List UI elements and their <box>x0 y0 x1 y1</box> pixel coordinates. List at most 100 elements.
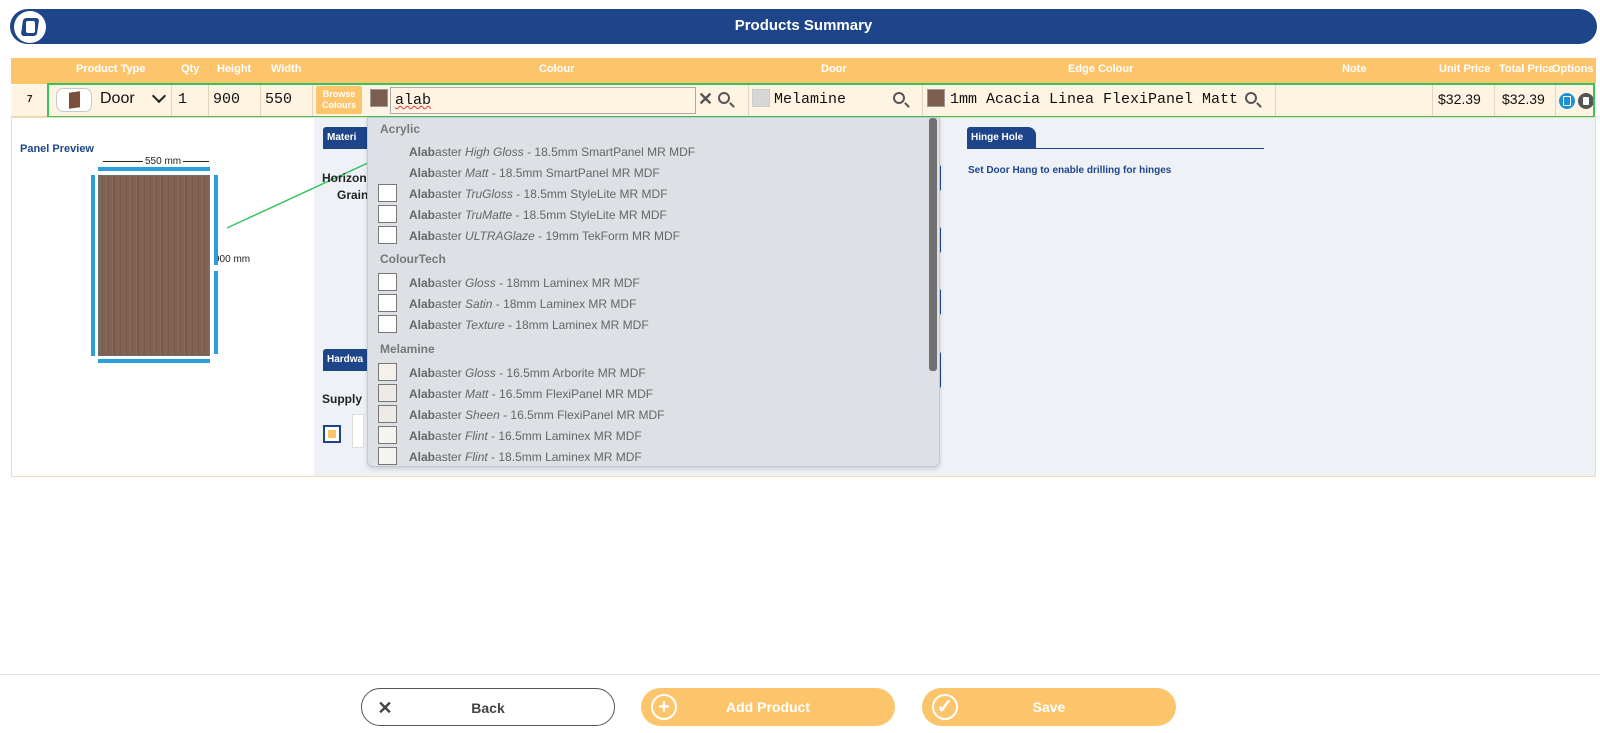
colour-swatch-box <box>378 447 397 465</box>
copy-icon[interactable] <box>1559 93 1575 109</box>
item-desc: - 19mm TekForm MR MDF <box>534 229 680 243</box>
panel-preview-title: Panel Preview <box>20 143 94 155</box>
item-finish: Matt <box>465 387 489 401</box>
save-label: Save <box>1032 699 1066 715</box>
colour-search-icon[interactable] <box>718 92 730 104</box>
item-name: aster <box>435 429 462 443</box>
door-swatch <box>752 89 770 107</box>
back-button[interactable]: ✕ Back <box>361 688 615 726</box>
match-text: Alab <box>409 408 436 422</box>
door-type-icon <box>56 88 92 112</box>
col-edge-colour: Edge Colour <box>1068 63 1134 75</box>
match-text: Alab <box>409 276 436 290</box>
item-finish: Flint <box>465 429 488 443</box>
list-item[interactable]: Alabaster Texture - 18mm Laminex MR MDF <box>374 315 924 335</box>
edge-bottom <box>98 359 210 363</box>
add-product-button[interactable]: + Add Product <box>641 688 895 726</box>
unit-price: $32.39 <box>1438 91 1481 107</box>
page-title: Products Summary <box>734 17 873 34</box>
list-item[interactable]: Alabaster TruMatte - 18.5mm StyleLite MR… <box>374 205 924 225</box>
item-name: aster <box>435 297 462 311</box>
group-header: Acrylic <box>380 122 421 136</box>
list-item[interactable]: Alabaster Matt - 18.5mm SmartPanel MR MD… <box>374 163 924 183</box>
product-type-select[interactable]: Door <box>100 90 135 108</box>
door-input[interactable]: Melamine <box>774 91 846 108</box>
colour-swatch-box <box>378 384 397 402</box>
item-finish: Texture <box>465 318 505 332</box>
item-desc: - 16.5mm FlexiPanel MR MDF <box>488 387 654 401</box>
item-desc: - 18.5mm StyleLite MR MDF <box>512 208 667 222</box>
list-item[interactable]: Alabaster Sheen - 16.5mm FlexiPanel MR M… <box>374 405 924 425</box>
list-item[interactable]: Alabaster Flint - 16.5mm Laminex MR MDF <box>374 426 924 446</box>
col-colour: Colour <box>539 63 575 75</box>
save-button[interactable]: ✓ Save <box>922 688 1176 726</box>
list-item[interactable]: Alabaster ULTRAGlaze - 19mm TekForm MR M… <box>374 226 924 246</box>
colour-swatch-box <box>378 405 397 423</box>
delete-icon[interactable] <box>1578 93 1594 109</box>
hinge-hole-tab[interactable]: Hinge Hole <box>967 127 1036 149</box>
group-header: ColourTech <box>380 252 446 266</box>
grain-label-line1: Horizon <box>322 171 367 185</box>
colour-swatch-box <box>378 363 397 381</box>
total-price: $32.39 <box>1502 91 1545 107</box>
list-item[interactable]: Alabaster Flint - 18.5mm Laminex MR MDF <box>374 447 924 466</box>
item-desc: - 18.5mm SmartPanel MR MDF <box>488 166 660 180</box>
list-item[interactable]: Alabaster High Gloss - 18.5mm SmartPanel… <box>374 142 924 162</box>
col-total-price: Total Price <box>1499 63 1555 75</box>
item-finish: ULTRAGlaze <box>465 229 535 243</box>
match-text: Alab <box>409 145 436 159</box>
match-text: Alab <box>409 229 436 243</box>
match-text: Alab <box>409 166 436 180</box>
supply-label: Supply <box>322 392 363 406</box>
dropdown-scrollbar[interactable] <box>929 118 937 371</box>
list-item[interactable]: Alabaster Gloss - 18mm Laminex MR MDF <box>374 273 924 293</box>
colour-swatch-box <box>378 294 397 312</box>
edge-search-icon[interactable] <box>1245 92 1257 104</box>
item-finish: TruGloss <box>465 187 513 201</box>
browse-label-line2: Colours <box>321 100 356 110</box>
match-text: Alab <box>409 387 436 401</box>
height-input[interactable]: 900 <box>213 91 240 108</box>
clear-icon[interactable]: ✕ <box>698 89 713 110</box>
item-name: aster <box>435 366 462 380</box>
supply-checkbox[interactable] <box>323 425 341 443</box>
item-name: aster <box>435 318 462 332</box>
footer-divider <box>0 674 1600 675</box>
edge-swatch <box>927 89 945 107</box>
list-item[interactable]: Alabaster TruGloss - 18.5mm StyleLite MR… <box>374 184 924 204</box>
colour-suggestion-dropdown[interactable]: Acrylic Alabaster High Gloss - 18.5mm Sm… <box>367 117 940 467</box>
list-item[interactable]: Alabaster Satin - 18mm Laminex MR MDF <box>374 294 924 314</box>
match-text: Alab <box>409 366 436 380</box>
browse-colours-button[interactable]: Browse Colours <box>316 86 362 114</box>
item-finish: High Gloss <box>465 145 524 159</box>
match-text: Alab <box>409 318 436 332</box>
item-desc: - 18mm Laminex MR MDF <box>492 297 637 311</box>
edge-right <box>214 175 218 265</box>
col-width: Width <box>271 63 302 75</box>
item-name: aster <box>435 387 462 401</box>
colour-swatch-box <box>378 426 397 444</box>
item-desc: - 18.5mm StyleLite MR MDF <box>512 187 668 201</box>
colour-search-input[interactable]: alab <box>390 87 696 114</box>
col-door: Door <box>821 63 847 75</box>
list-item[interactable]: Alabaster Matt - 16.5mm FlexiPanel MR MD… <box>374 384 924 404</box>
item-name: aster <box>435 166 462 180</box>
colour-swatch-box <box>378 226 397 244</box>
col-qty: Qty <box>181 63 200 75</box>
item-finish: Satin <box>465 297 493 311</box>
hinge-message: Set Door Hang to enable drilling for hin… <box>968 165 1172 176</box>
item-desc: - 18.5mm Laminex MR MDF <box>487 450 642 464</box>
colour-query-text: alab <box>395 92 432 109</box>
hardware-tool-icon[interactable] <box>352 414 364 448</box>
list-item[interactable]: Alabaster Gloss - 16.5mm Arborite MR MDF <box>374 363 924 383</box>
col-options: Options <box>1552 63 1594 75</box>
door-search-icon[interactable] <box>893 92 905 104</box>
edge-colour-input[interactable]: 1mm Acacia Linea FlexiPanel Matt <box>950 91 1238 108</box>
width-input[interactable]: 550 <box>265 91 292 108</box>
add-product-label: Add Product <box>726 699 810 715</box>
item-desc: - 16.5mm Laminex MR MDF <box>487 429 642 443</box>
panel-board-preview <box>98 175 210 356</box>
item-name: aster <box>435 208 462 222</box>
qty-input[interactable]: 1 <box>178 91 187 108</box>
col-unit-price: Unit Price <box>1439 63 1491 75</box>
